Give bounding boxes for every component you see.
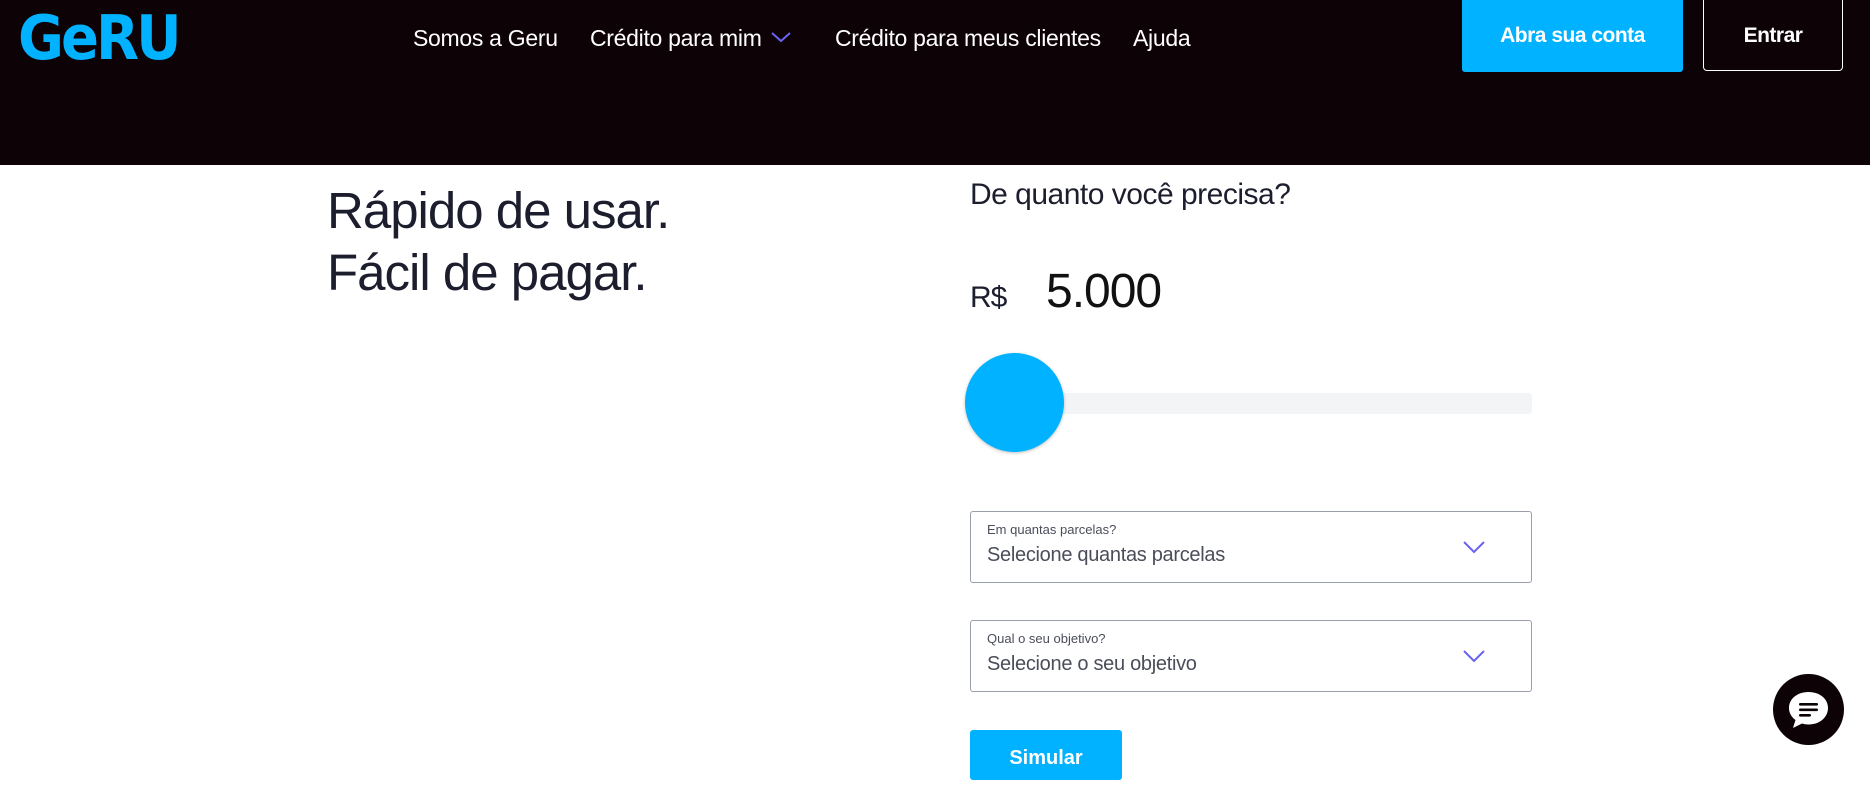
nav-ajuda[interactable]: Ajuda <box>1133 22 1191 54</box>
geru-logo[interactable]: GeRU <box>18 2 182 77</box>
installments-select[interactable]: Em quantas parcelas? Selecione quantas p… <box>970 511 1532 583</box>
simulate-button[interactable]: Simular <box>970 730 1122 780</box>
login-button[interactable]: Entrar <box>1703 0 1843 71</box>
chat-button[interactable] <box>1773 674 1844 745</box>
nav-credito-para-meus-clientes[interactable]: Crédito para meus clientes <box>835 22 1101 54</box>
installments-value: Selecione quantas parcelas <box>987 544 1225 566</box>
chevron-down-icon <box>1463 541 1485 554</box>
currency-symbol: R$ <box>970 281 1007 314</box>
hero-headline-line-2: Fácil de pagar. <box>327 244 648 301</box>
loan-amount-value[interactable]: 5.000 <box>1046 264 1162 319</box>
objective-value: Selecione o seu objetivo <box>987 653 1197 675</box>
amount-slider-thumb[interactable] <box>965 353 1064 452</box>
site-header: GeRU Somos a Geru Crédito para mim Crédi… <box>0 0 1870 165</box>
chevron-down-icon[interactable] <box>770 30 792 44</box>
nav-credito-para-mim[interactable]: Crédito para mim <box>590 22 762 54</box>
amount-question: De quanto você precisa? <box>970 178 1291 211</box>
chevron-down-icon <box>1463 650 1485 663</box>
hero-headline-line-1: Rápido de usar. <box>327 182 670 239</box>
objective-select[interactable]: Qual o seu objetivo? Selecione o seu obj… <box>970 620 1532 692</box>
objective-label: Qual o seu objetivo? <box>987 631 1106 646</box>
open-account-button[interactable]: Abra sua conta <box>1462 0 1683 72</box>
chat-bubble-icon <box>1789 692 1828 728</box>
nav-somos-a-geru[interactable]: Somos a Geru <box>413 22 558 54</box>
installments-label: Em quantas parcelas? <box>987 522 1117 537</box>
